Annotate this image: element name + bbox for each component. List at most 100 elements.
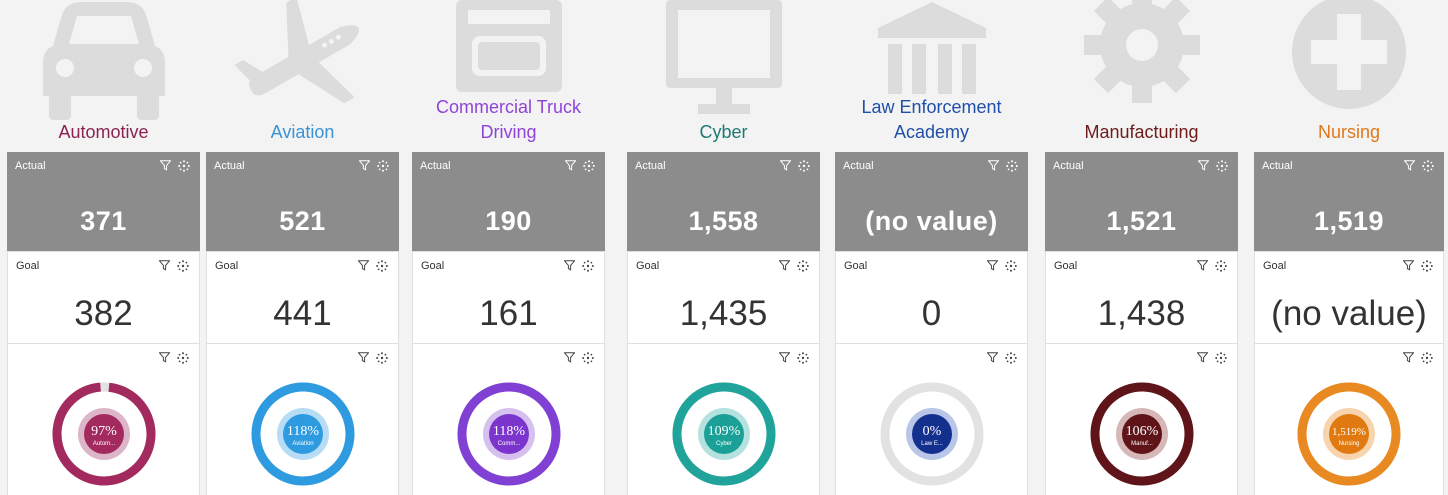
ring-percent: 1,519%: [1332, 426, 1366, 438]
filter-icon[interactable]: [1403, 260, 1414, 271]
filter-icon[interactable]: [1197, 352, 1208, 363]
filter-icon[interactable]: [779, 260, 790, 271]
program-title-line: Automotive: [58, 122, 149, 142]
actual-tile[interactable]: Actual (no value): [835, 152, 1028, 251]
settings-icon[interactable]: [797, 260, 809, 272]
filter-icon[interactable]: [159, 260, 170, 271]
settings-icon[interactable]: [797, 352, 809, 364]
progress-ring-tile[interactable]: 118% Aviation: [206, 344, 399, 495]
filter-icon[interactable]: [359, 160, 370, 171]
actual-tile[interactable]: Actual 1,521: [1045, 152, 1238, 251]
tile-toolbar: [1404, 160, 1434, 172]
settings-icon[interactable]: [1006, 160, 1018, 172]
filter-icon[interactable]: [779, 352, 790, 363]
goal-label: Goal: [1263, 260, 1287, 272]
program-title: Cyber: [627, 120, 820, 145]
filter-icon[interactable]: [1198, 160, 1209, 171]
ring-program-name: Law E...: [921, 441, 943, 447]
settings-icon[interactable]: [177, 352, 189, 364]
actual-tile[interactable]: Actual 1,519: [1254, 152, 1444, 251]
actual-value: 1,558: [688, 206, 759, 236]
filter-icon[interactable]: [160, 160, 171, 171]
filter-icon[interactable]: [565, 160, 576, 171]
goal-tile[interactable]: Goal 441: [206, 251, 399, 344]
filter-icon[interactable]: [159, 352, 170, 363]
program-column-law-enforcement: Law Enforcement Academy Actual (no value)…: [835, 0, 1028, 495]
settings-icon[interactable]: [583, 160, 595, 172]
goal-tile[interactable]: Goal 1,435: [627, 251, 820, 344]
settings-icon[interactable]: [582, 352, 594, 364]
progress-ring-tile[interactable]: 106% Manuf...: [1045, 344, 1238, 495]
goal-value: 1,438: [1097, 294, 1186, 333]
filter-icon[interactable]: [564, 260, 575, 271]
settings-icon[interactable]: [376, 352, 388, 364]
program-header: Cyber: [627, 0, 820, 150]
settings-icon[interactable]: [1215, 352, 1227, 364]
progress-ring-chart: 118% Comm...: [457, 382, 560, 486]
ring-percent: 109%: [707, 424, 740, 439]
program-title: Manufacturing: [1045, 120, 1238, 145]
filter-icon[interactable]: [1197, 260, 1208, 271]
actual-label: Actual: [635, 160, 666, 172]
settings-icon[interactable]: [1421, 260, 1433, 272]
settings-icon[interactable]: [1216, 160, 1228, 172]
goal-tile[interactable]: Goal 382: [7, 251, 200, 344]
filter-icon[interactable]: [358, 352, 369, 363]
program-title: Automotive: [7, 120, 200, 145]
settings-icon[interactable]: [1215, 260, 1227, 272]
tile-toolbar: [780, 160, 810, 172]
progress-ring-chart: 1,519% Nursing: [1297, 382, 1401, 486]
settings-icon[interactable]: [1005, 260, 1017, 272]
filter-icon[interactable]: [987, 260, 998, 271]
progress-ring-tile[interactable]: 118% Comm...: [412, 344, 605, 495]
settings-icon[interactable]: [582, 260, 594, 272]
program-title-line: Commercial Truck: [435, 97, 582, 117]
filter-icon[interactable]: [564, 352, 575, 363]
goal-tile[interactable]: Goal 0: [835, 251, 1028, 344]
tile-toolbar: [988, 160, 1018, 172]
ring-program-name: Autom...: [92, 441, 115, 447]
filter-icon[interactable]: [988, 160, 999, 171]
settings-icon[interactable]: [178, 160, 190, 172]
actual-value: (no value): [865, 206, 998, 236]
filter-icon[interactable]: [1404, 160, 1415, 171]
filter-icon[interactable]: [358, 260, 369, 271]
goal-tile[interactable]: Goal 1,438: [1045, 251, 1238, 344]
filter-icon[interactable]: [780, 160, 791, 171]
progress-ring-chart: 0% Law E...: [880, 382, 983, 486]
progress-ring-tile[interactable]: 0% Law E...: [835, 344, 1028, 495]
settings-icon[interactable]: [177, 260, 189, 272]
settings-icon[interactable]: [376, 260, 388, 272]
tile-toolbar: [987, 352, 1017, 364]
actual-tile[interactable]: Actual 371: [7, 152, 200, 251]
settings-icon[interactable]: [377, 160, 389, 172]
actual-tile[interactable]: Actual 521: [206, 152, 399, 251]
program-title: Aviation: [206, 120, 399, 145]
goal-tile[interactable]: Goal (no value): [1254, 251, 1444, 344]
settings-icon[interactable]: [1421, 352, 1433, 364]
progress-ring-tile[interactable]: 109% Cyber: [627, 344, 820, 495]
progress-ring-tile[interactable]: 1,519% Nursing: [1254, 344, 1444, 495]
goal-value: (no value): [1271, 294, 1427, 333]
goal-label: Goal: [215, 260, 239, 272]
goal-tile[interactable]: Goal 161: [412, 251, 605, 344]
settings-icon[interactable]: [1422, 160, 1434, 172]
actual-label: Actual: [1262, 160, 1293, 172]
ring-percent: 106%: [1125, 424, 1158, 439]
goal-value: 441: [273, 294, 332, 333]
settings-icon[interactable]: [798, 160, 810, 172]
actual-tile[interactable]: Actual 190: [412, 152, 605, 251]
actual-tile[interactable]: Actual 1,558: [627, 152, 820, 251]
filter-icon[interactable]: [1403, 352, 1414, 363]
tile-toolbar: [1403, 260, 1433, 272]
program-column-nursing: Nursing Actual 1,519 Goal (no value) 1,5…: [1254, 0, 1444, 495]
program-header: Law Enforcement Academy: [835, 0, 1028, 150]
tile-toolbar: [358, 352, 388, 364]
progress-ring-tile[interactable]: 97% Autom...: [7, 344, 200, 495]
progress-ring-chart: 118% Aviation: [251, 382, 354, 486]
goal-value: 382: [74, 294, 133, 333]
tile-toolbar: [564, 260, 594, 272]
settings-icon[interactable]: [1005, 352, 1017, 364]
filter-icon[interactable]: [987, 352, 998, 363]
tile-toolbar: [565, 160, 595, 172]
